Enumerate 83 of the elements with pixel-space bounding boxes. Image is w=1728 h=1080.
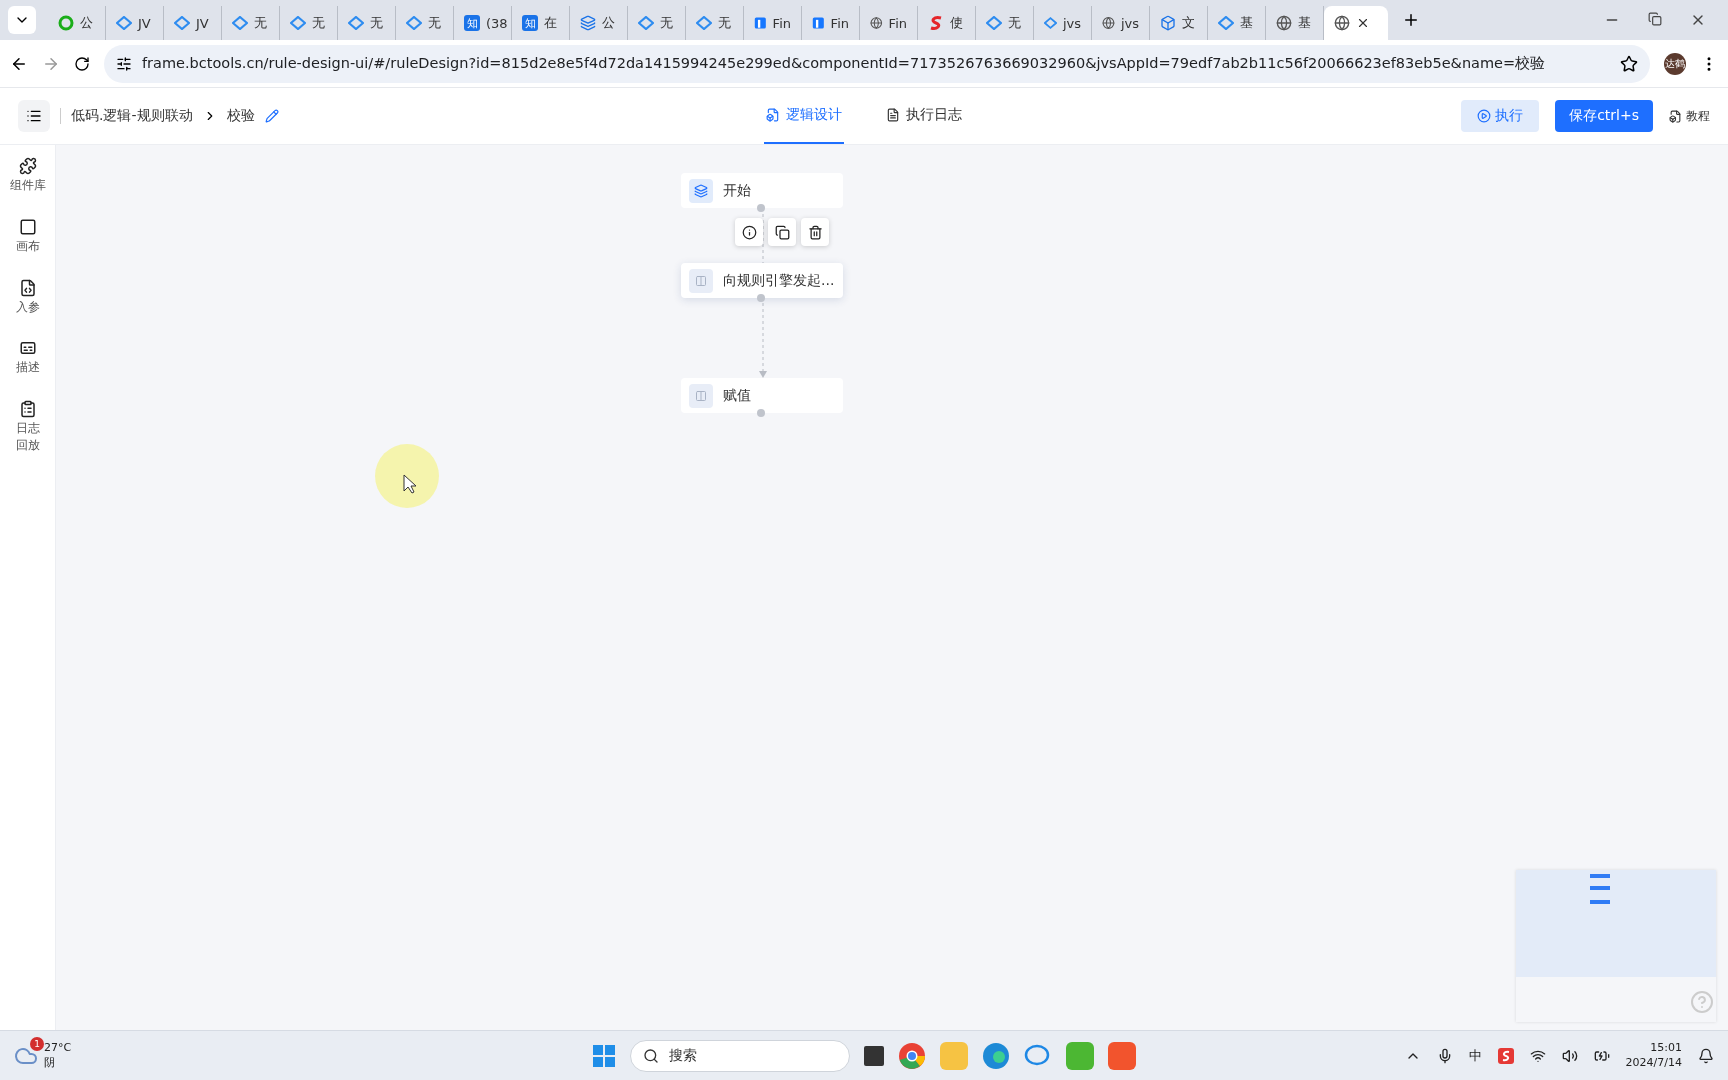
sidebar-item[interactable]: 组件库 xyxy=(8,177,47,194)
temperature: 27°C xyxy=(44,1041,72,1056)
sidebar-item[interactable]: 描述 xyxy=(8,359,47,377)
panel-icon xyxy=(689,383,713,408)
breadcrumb-item[interactable]: 低码.逻辑-规则联动 xyxy=(71,107,193,125)
info-icon xyxy=(741,224,757,240)
cube-icon xyxy=(1160,15,1176,31)
info-button[interactable] xyxy=(735,218,763,246)
globe-icon xyxy=(870,15,883,31)
node-label: 开始 xyxy=(723,181,751,200)
notification-icon[interactable] xyxy=(1698,1047,1714,1064)
taskbar-search[interactable]: 搜索 xyxy=(630,1039,850,1072)
globe-icon xyxy=(1102,15,1115,31)
task-view-icon[interactable] xyxy=(864,1045,884,1066)
new-tab-icon[interactable] xyxy=(1402,11,1420,29)
page-tab[interactable]: 执行日志 xyxy=(884,88,964,144)
diamond-icon xyxy=(348,16,364,30)
diamond-icon xyxy=(406,16,422,30)
save-button[interactable]: 保存ctrl+s xyxy=(1555,100,1653,132)
weather-text: 阴 xyxy=(44,1055,56,1070)
edit-icon[interactable] xyxy=(264,109,279,123)
globe-icon xyxy=(1276,15,1292,31)
app-icon[interactable] xyxy=(1108,1041,1136,1070)
node-label: 赋值 xyxy=(723,386,751,405)
diamond-icon xyxy=(1044,16,1057,30)
bookmark-icon[interactable] xyxy=(1620,54,1638,73)
trash-icon xyxy=(807,224,823,240)
document-icon xyxy=(766,108,780,122)
time: 15:01 xyxy=(1650,1041,1682,1056)
sidebar-item[interactable]: 画布 xyxy=(8,237,47,255)
url-text: frame.bctools.cn/rule-design-ui/#/ruleDesign?id=815d2e8e5f4d72da1415994245e299ed&componentId=7173526763669032960&jvsAppId=79edf7ab2b11c56f20066623ef83eb5e&name=校验 xyxy=(142,54,1547,73)
close-icon[interactable] xyxy=(1356,16,1370,30)
tutorial-link[interactable]: 教程 xyxy=(1669,107,1710,125)
input-method-indicator[interactable]: 中 xyxy=(1468,1046,1482,1065)
zhi-logo: 知 xyxy=(522,15,538,31)
clock[interactable]: 15:01 2024/7/14 xyxy=(1625,1041,1682,1070)
diamond-icon xyxy=(116,16,132,30)
profile-avatar[interactable]: 达鹤 xyxy=(1664,52,1686,75)
menu-button[interactable] xyxy=(18,100,50,132)
globe-icon xyxy=(1334,15,1350,31)
layers-icon xyxy=(689,178,713,203)
copy-icon xyxy=(774,224,790,240)
code-icon xyxy=(18,278,37,297)
page-tab[interactable]: 逻辑设计 xyxy=(764,88,844,144)
play-icon xyxy=(1477,109,1492,123)
browser-tab[interactable] xyxy=(1324,6,1388,40)
document-icon xyxy=(886,108,900,122)
chrome-icon[interactable] xyxy=(898,1041,926,1070)
diamond-icon xyxy=(1218,16,1234,30)
s-logo-icon[interactable] xyxy=(1497,1047,1514,1064)
diamond-icon xyxy=(696,16,712,30)
cursor-highlight xyxy=(374,443,440,509)
diamond-icon xyxy=(174,16,190,30)
list-icon xyxy=(26,108,42,124)
layers-icon xyxy=(580,15,596,31)
run-button[interactable]: 执行 xyxy=(1461,100,1540,132)
reload-icon[interactable] xyxy=(74,55,90,72)
copy-button[interactable] xyxy=(768,218,796,246)
zhi-logo: 知 xyxy=(464,15,480,31)
date: 2024/7/14 xyxy=(1625,1055,1682,1070)
restore-icon[interactable] xyxy=(1648,12,1662,26)
sidebar-item[interactable]: 日志回放 xyxy=(14,420,41,454)
windows-start-icon[interactable] xyxy=(592,1043,616,1068)
volume-icon[interactable] xyxy=(1561,1047,1578,1064)
panel-icon xyxy=(689,268,713,293)
delete-button[interactable] xyxy=(801,218,829,246)
s-logo-icon xyxy=(928,15,944,31)
notification-badge: 1 xyxy=(30,1037,44,1052)
address-bar[interactable]: frame.bctools.cn/rule-design-ui/#/ruleDesign?id=815d2e8e5f4d72da1415994245e299ed&componentId=7173526763669032960&jvsAppId=79edf7ab2b11c56f20066623ef83eb5e&name=校验 xyxy=(104,44,1650,83)
node-label: 向规则引擎发起... xyxy=(723,271,835,290)
site-settings-icon[interactable] xyxy=(116,55,132,72)
document-icon xyxy=(1669,109,1682,123)
search-icon xyxy=(643,1047,659,1064)
clipboard-icon xyxy=(18,400,37,419)
square-icon xyxy=(18,217,37,236)
sidebar-item[interactable]: 入参 xyxy=(8,298,47,316)
tab-list-button[interactable] xyxy=(8,6,36,34)
diamond-icon xyxy=(232,16,248,30)
diamond-icon xyxy=(290,16,306,30)
diamond-icon xyxy=(986,16,1002,30)
diamond-icon xyxy=(638,16,654,30)
puzzle-icon xyxy=(18,157,37,175)
breadcrumb-item: 校验 xyxy=(226,107,255,125)
